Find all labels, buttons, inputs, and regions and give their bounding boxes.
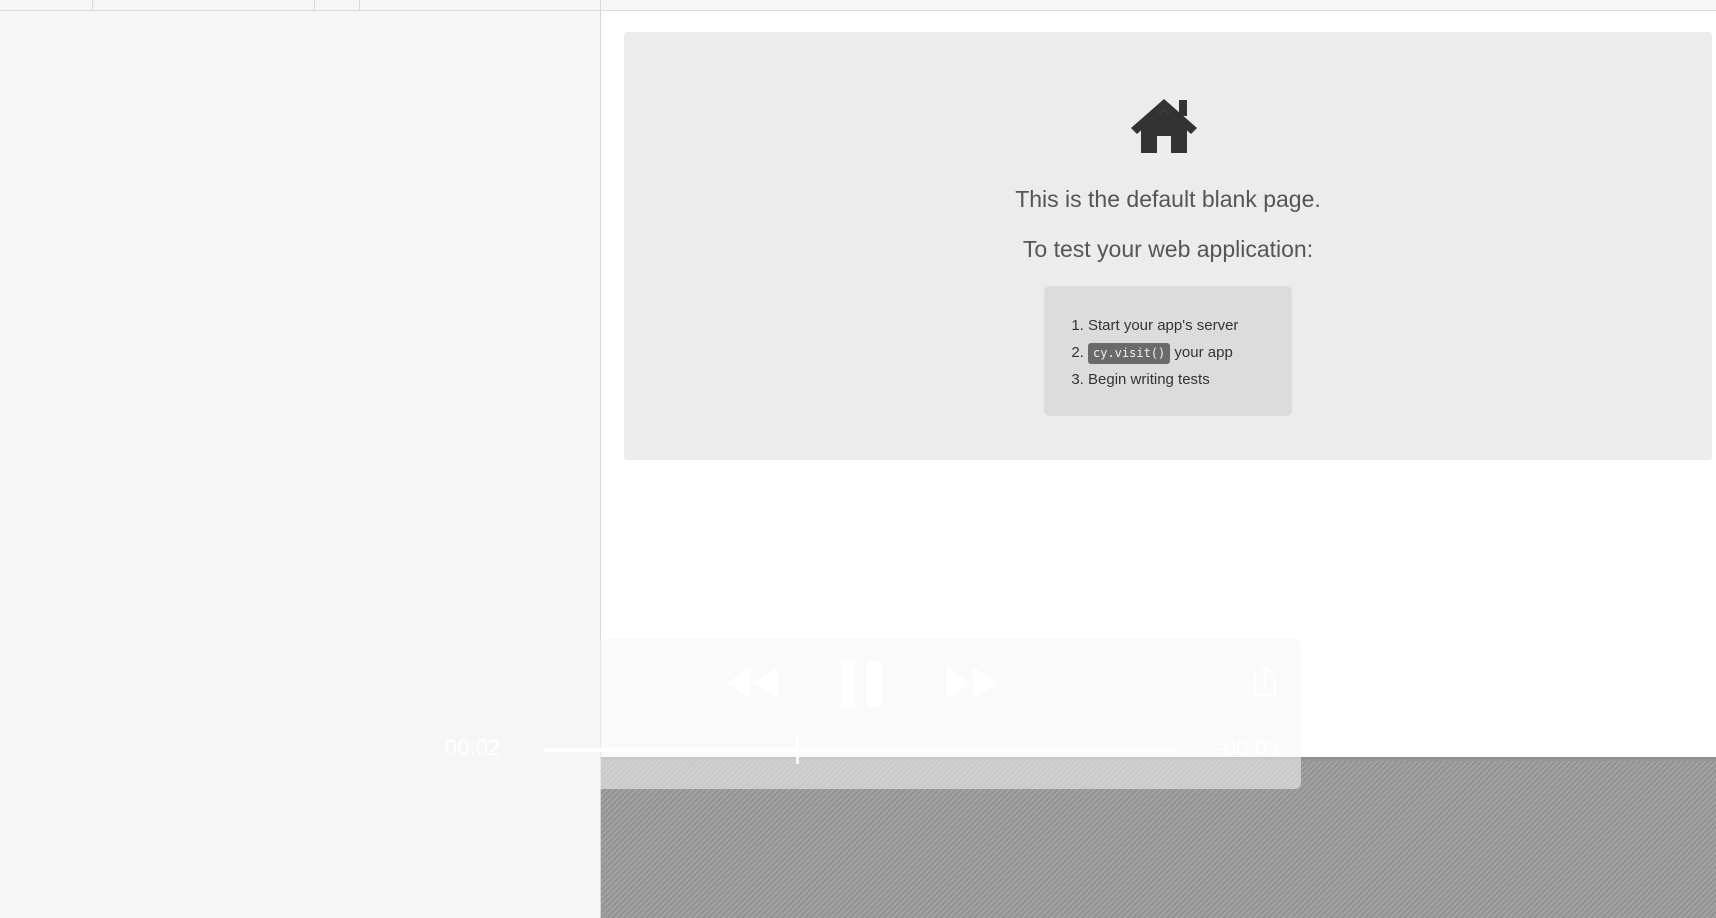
video-player-controls: 00:02 -00:03 (421, 639, 1301, 789)
blank-page-message: This is the default blank page. (1015, 186, 1321, 212)
elapsed-time: 00:02 (445, 735, 501, 760)
pause-icon[interactable] (839, 659, 883, 709)
step-label: your app (1170, 344, 1233, 361)
top-toolbar (0, 0, 1716, 11)
test-instructions-heading: To test your web application: (1022, 236, 1314, 262)
home-icon (1131, 99, 1197, 153)
toolbar-divider (359, 0, 360, 10)
scrubber-progress (543, 748, 797, 752)
step-write-tests: Begin writing tests (1088, 366, 1292, 393)
step-label: Start your app's server (1088, 317, 1239, 334)
steps-list: Start your app's server cy.visit() your … (1044, 286, 1292, 393)
rewind-icon[interactable] (725, 665, 779, 701)
toolbar-divider (314, 0, 315, 10)
fast-forward-icon[interactable] (945, 665, 999, 701)
step-start-server: Start your app's server (1088, 312, 1292, 339)
cypress-runner-window: This is the default blank page. To test … (0, 0, 1716, 918)
toolbar-divider (92, 0, 93, 10)
toolbar-divider (600, 0, 601, 10)
step-visit-app: cy.visit() your app (1088, 339, 1292, 366)
scrubber-track[interactable] (543, 736, 1179, 764)
default-blank-page-card: This is the default blank page. To test … (624, 32, 1712, 460)
remaining-time: -00:03 (1216, 735, 1279, 760)
steps-box: Start your app's server cy.visit() your … (1044, 286, 1292, 416)
scrubber-handle[interactable] (796, 736, 799, 764)
code-snippet: cy.visit() (1088, 343, 1171, 364)
step-label: Begin writing tests (1088, 371, 1210, 388)
share-icon[interactable] (1251, 663, 1279, 697)
